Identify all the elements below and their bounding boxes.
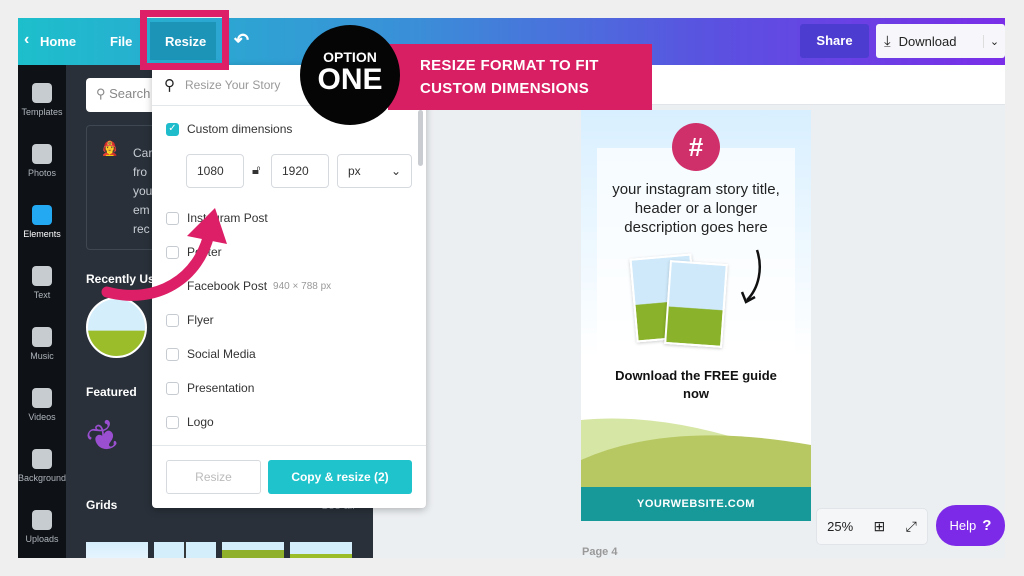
tip-text: fro: [133, 165, 148, 179]
sidebar-item-text[interactable]: Text: [18, 256, 66, 316]
firefighter-emoji-icon: 👩‍🚒: [101, 140, 119, 156]
resize-submit-button[interactable]: Resize: [166, 460, 261, 494]
sidebar-item-music[interactable]: Music: [18, 317, 66, 377]
option-label: Flyer: [187, 313, 214, 327]
uploads-icon: [32, 510, 52, 530]
sidebar-rail: Templates Photos Elements Text Music Videos Ba…: [18, 65, 66, 558]
option-size: 940 × 788 px: [273, 280, 332, 292]
design-page[interactable]: # your instagram story title, header or …: [581, 110, 811, 521]
background-icon: [32, 449, 52, 469]
resize-search-placeholder: Resize Your Story: [185, 78, 281, 92]
option-one-badge: OPTION ONE: [300, 25, 400, 125]
checkbox[interactable]: [166, 313, 179, 327]
sidebar-item-templates[interactable]: Templates: [18, 73, 66, 133]
question-icon: ?: [982, 517, 992, 534]
lavender-leaf-element[interactable]: ❦: [79, 410, 131, 467]
sidebar-item-label: Uploads: [25, 534, 59, 544]
unit-value: px: [348, 164, 361, 178]
featured-heading: Featured: [86, 385, 137, 399]
lock-icon[interactable]: 🔓︎: [252, 162, 260, 178]
music-icon: [32, 327, 52, 347]
resize-option[interactable]: Flyer: [166, 313, 214, 327]
photo-illustration: [664, 260, 728, 348]
hashtag-badge: #: [672, 123, 720, 171]
grid-thumbnail[interactable]: [290, 542, 352, 558]
sidebar-item-label: Music: [30, 351, 54, 361]
sidebar-item-background[interactable]: Background: [18, 439, 66, 499]
copy-resize-button[interactable]: Copy & resize (2): [268, 460, 412, 494]
checkbox[interactable]: [166, 381, 179, 395]
scrollbar[interactable]: [418, 110, 423, 166]
chevron-down-icon: ⌄: [390, 164, 401, 178]
help-button[interactable]: Help?: [936, 505, 1005, 546]
hills-illustration: [581, 418, 811, 490]
width-input[interactable]: 1080: [186, 154, 244, 188]
banner-line: RESIZE FORMAT TO FIT: [420, 57, 599, 74]
option-label: Social Media: [187, 347, 256, 361]
share-button[interactable]: Share: [800, 24, 869, 58]
file-menu[interactable]: File: [110, 34, 132, 49]
search-icon: ⚲: [96, 86, 110, 101]
sidebar-item-label: Elements: [23, 229, 61, 239]
sidebar-item-label: Templates: [21, 107, 63, 117]
design-footer: YOURWEBSITE.COM: [581, 487, 811, 521]
sidebar-item-photos[interactable]: Photos: [18, 134, 66, 194]
checkmark-icon: ✓: [166, 122, 179, 136]
grids-heading: Grids: [86, 498, 118, 512]
chevron-down-icon[interactable]: ⌄: [983, 34, 1005, 48]
search-icon: ⚲: [164, 77, 175, 94]
resize-option[interactable]: Presentation: [166, 381, 254, 395]
annotation-banner: RESIZE FORMAT TO FIT CUSTOM DIMENSIONS: [388, 44, 652, 110]
download-button[interactable]: ⤓ Download ⌄: [876, 24, 1005, 58]
checkbox[interactable]: [166, 415, 179, 429]
resize-option[interactable]: Logo: [166, 415, 214, 429]
back-chevron-icon[interactable]: ‹: [24, 31, 29, 49]
resize-highlight-box: [140, 10, 229, 70]
banner-line: CUSTOM DIMENSIONS: [420, 80, 590, 97]
videos-icon: [32, 388, 52, 408]
help-label: Help: [949, 518, 977, 533]
option-label: Presentation: [187, 381, 255, 395]
grid-thumbnail[interactable]: [222, 542, 284, 558]
design-cta: Download the FREE guide now: [615, 368, 777, 401]
tip-text: Car: [133, 146, 153, 160]
templates-icon: [32, 83, 52, 103]
photos-icon: [32, 144, 52, 164]
badge-line2: ONE: [317, 63, 383, 96]
download-label: Download: [898, 33, 957, 49]
height-input[interactable]: 1920: [271, 154, 329, 188]
sidebar-item-label: Videos: [28, 412, 56, 422]
text-icon: [32, 266, 52, 286]
tip-text: you: [133, 184, 153, 198]
undo-icon[interactable]: ↶: [234, 30, 249, 51]
download-icon: ⤓: [884, 32, 891, 50]
sidebar-item-uploads[interactable]: Uploads: [18, 500, 66, 558]
sidebar-item-label: Photos: [27, 168, 57, 178]
custom-dimensions-checkbox[interactable]: ✓ Custom dimensions: [166, 122, 292, 136]
option-label: Logo: [187, 415, 214, 429]
elements-icon: [32, 205, 52, 225]
annotation-arrow-icon: [101, 208, 227, 301]
grid-view-icon[interactable]: ⊞: [874, 518, 886, 535]
search-placeholder: Search: [109, 86, 151, 101]
custom-dimensions-label: Custom dimensions: [187, 122, 293, 136]
unit-select[interactable]: px ⌄: [337, 154, 412, 188]
design-headline: your instagram story title, header or a …: [612, 181, 780, 236]
sidebar-item-elements[interactable]: Elements: [18, 195, 66, 255]
sidebar-item-label: Background: [18, 473, 67, 483]
sidebar-item-videos[interactable]: Videos: [18, 378, 66, 438]
zoom-controls: 25% ⊞ ⤢: [816, 508, 928, 545]
fullscreen-icon[interactable]: ⤢: [906, 518, 917, 535]
sidebar-item-label: Text: [33, 290, 51, 300]
checkbox[interactable]: [166, 347, 179, 361]
page-label: Page 4: [582, 546, 618, 558]
grid-thumbnail[interactable]: [154, 542, 216, 558]
home-button[interactable]: Home: [40, 34, 76, 49]
resize-option[interactable]: Social Media: [166, 347, 256, 361]
grid-thumbnail[interactable]: [86, 542, 148, 558]
zoom-level[interactable]: 25%: [827, 519, 853, 534]
curved-arrow-icon: [740, 249, 761, 304]
divider: [152, 445, 426, 446]
